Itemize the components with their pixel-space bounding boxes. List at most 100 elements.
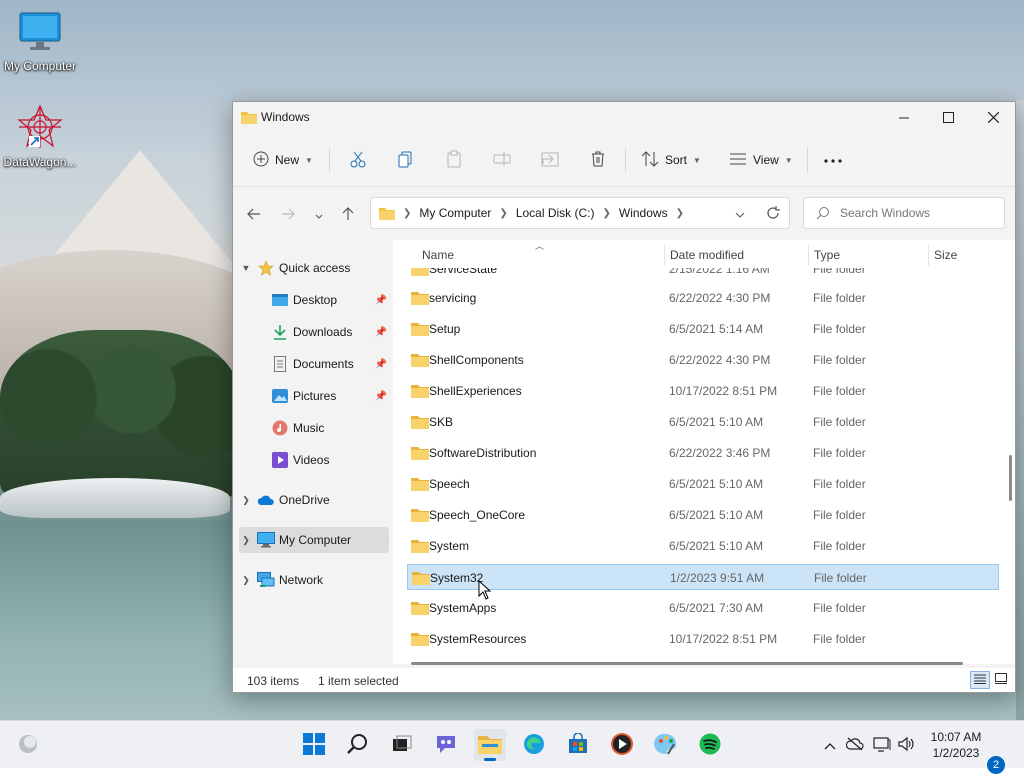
- address-bar[interactable]: ❯ My Computer ❯ Local Disk (C:) ❯ Window…: [370, 197, 790, 229]
- folder-icon: [411, 321, 429, 339]
- store-button[interactable]: [562, 729, 594, 761]
- show-hidden-icons-button[interactable]: [820, 735, 840, 755]
- nav-videos[interactable]: Videos: [267, 447, 389, 473]
- nav-label: Downloads: [293, 325, 353, 339]
- column-name[interactable]: Name: [422, 248, 454, 262]
- expand-chevron-icon[interactable]: ❯: [239, 575, 253, 586]
- volume-button[interactable]: [897, 735, 917, 755]
- taskbar: 10:07 AM 1/2/2023 2: [0, 720, 1024, 774]
- back-button[interactable]: [242, 203, 266, 227]
- breadcrumb-local-disk[interactable]: Local Disk (C:): [516, 206, 595, 220]
- nav-quick-access[interactable]: ▼ Quick access: [239, 255, 389, 281]
- expand-chevron-icon[interactable]: ❯: [239, 495, 253, 506]
- folder-icon: [411, 476, 429, 494]
- scrollbar-thumb[interactable]: [1009, 455, 1012, 501]
- delete-button[interactable]: [589, 146, 607, 174]
- nav-label: My Computer: [279, 533, 352, 547]
- copy-icon: [397, 150, 415, 171]
- column-type[interactable]: Type: [814, 248, 840, 262]
- taskbar-search-button[interactable]: [342, 729, 374, 761]
- refresh-icon[interactable]: [766, 206, 780, 223]
- display-settings-button[interactable]: [872, 735, 892, 755]
- expand-chevron-icon[interactable]: ▼: [239, 263, 253, 273]
- copy-button[interactable]: [397, 146, 415, 174]
- column-date-modified[interactable]: Date modified: [670, 248, 744, 262]
- edge-button[interactable]: [518, 729, 550, 761]
- column-divider: [928, 244, 929, 266]
- table-row[interactable]: Speech 6/5/2021 5:10 AM File folder: [407, 471, 999, 497]
- start-button[interactable]: [298, 729, 330, 761]
- task-view-button[interactable]: [386, 729, 418, 761]
- table-row[interactable]: ShellExperiences 10/17/2022 8:51 PM File f…: [407, 378, 999, 404]
- new-button[interactable]: New ▼: [253, 146, 313, 174]
- column-size[interactable]: Size: [934, 248, 957, 262]
- nav-music[interactable]: Music: [267, 415, 389, 441]
- file-date: 10/17/2022 8:51 PM: [669, 632, 778, 646]
- forward-button[interactable]: [276, 203, 300, 227]
- nav-documents[interactable]: Documents 📌: [267, 351, 389, 377]
- table-row[interactable]: SKB 6/5/2021 5:10 AM File folder: [407, 409, 999, 435]
- up-button[interactable]: [336, 203, 360, 227]
- nav-downloads[interactable]: Downloads 📌: [267, 319, 389, 345]
- horizontal-scrollbar[interactable]: [409, 660, 965, 666]
- search-box[interactable]: [803, 197, 1005, 229]
- title-bar[interactable]: Windows: [233, 102, 1015, 134]
- folder-icon: [411, 631, 429, 649]
- table-row[interactable]: SoftwareDistribution 6/22/2022 3:46 PM Fil…: [407, 440, 999, 466]
- nav-network[interactable]: ❯ Network: [239, 567, 389, 593]
- vertical-scrollbar[interactable]: [1007, 239, 1015, 659]
- share-button[interactable]: [541, 146, 559, 174]
- search-input[interactable]: [838, 205, 992, 221]
- pin-icon: 📌: [374, 390, 387, 402]
- spotify-button[interactable]: [694, 729, 726, 761]
- paste-button[interactable]: [445, 146, 463, 174]
- see-more-button[interactable]: [823, 146, 843, 174]
- maximize-button[interactable]: [925, 102, 971, 134]
- music-icon: [271, 420, 289, 436]
- item-count: 103 items: [247, 674, 300, 688]
- scrollbar-thumb[interactable]: [411, 662, 963, 665]
- tiles-view-button[interactable]: [991, 671, 1011, 689]
- notification-badge[interactable]: 2: [987, 756, 1005, 774]
- close-button[interactable]: [970, 102, 1016, 134]
- minimize-button[interactable]: [881, 102, 927, 134]
- table-row[interactable]: servicing 6/22/2022 4:30 PM File folder: [407, 285, 999, 311]
- address-history-chevron-icon[interactable]: [735, 208, 745, 222]
- view-button[interactable]: View ▼: [729, 146, 793, 174]
- desktop-icon-datawagon[interactable]: DataWagon...: [0, 104, 80, 169]
- chat-button[interactable]: [430, 729, 462, 761]
- details-view-button[interactable]: [970, 671, 990, 689]
- table-row[interactable]: SystemResources 10/17/2022 8:51 PM File fo…: [407, 626, 999, 652]
- rename-button[interactable]: [493, 146, 511, 174]
- breadcrumb-separator-icon: ❯: [675, 207, 684, 219]
- widgets-button[interactable]: [12, 729, 44, 761]
- sort-ascending-icon: ︿: [535, 241, 545, 251]
- nav-onedrive[interactable]: ❯ OneDrive: [239, 487, 389, 513]
- file-name: ShellExperiences: [429, 384, 522, 398]
- breadcrumb-windows[interactable]: Windows: [619, 206, 668, 220]
- nav-desktop[interactable]: Desktop 📌: [267, 287, 389, 313]
- nav-label: OneDrive: [279, 493, 330, 507]
- desktop-icon-my-computer[interactable]: My Computer: [0, 8, 80, 73]
- nav-my-computer[interactable]: ❯ My Computer: [239, 527, 389, 553]
- table-row[interactable]: System 6/5/2021 5:10 AM File folder: [407, 533, 999, 559]
- table-row[interactable]: Speech_OneCore 6/5/2021 5:10 AM File folde…: [407, 502, 999, 528]
- table-row[interactable]: Setup 6/5/2021 5:14 AM File folder: [407, 316, 999, 342]
- toolbar-divider: [807, 148, 808, 172]
- file-explorer-taskbar-button[interactable]: [474, 729, 506, 761]
- file-type: File folder: [813, 601, 866, 615]
- sort-button[interactable]: Sort ▼: [641, 146, 701, 174]
- breadcrumb-my-computer[interactable]: My Computer: [419, 206, 491, 220]
- paint-button[interactable]: [650, 729, 682, 761]
- table-row[interactable]: SystemApps 6/5/2021 7:30 AM File folder: [407, 595, 999, 621]
- table-row[interactable]: System32 1/2/2023 9:51 AM File folder: [407, 564, 999, 590]
- system-clock[interactable]: 10:07 AM 1/2/2023: [926, 729, 986, 761]
- network-status-button[interactable]: [845, 735, 865, 755]
- cut-button[interactable]: [349, 146, 367, 174]
- file-name: Speech: [429, 477, 470, 491]
- nav-pictures[interactable]: Pictures 📌: [267, 383, 389, 409]
- expand-chevron-icon[interactable]: ❯: [239, 535, 253, 546]
- media-player-button[interactable]: [606, 729, 638, 761]
- recent-locations-button[interactable]: [307, 203, 331, 227]
- table-row[interactable]: ShellComponents 6/22/2022 4:30 PM File fol…: [407, 347, 999, 373]
